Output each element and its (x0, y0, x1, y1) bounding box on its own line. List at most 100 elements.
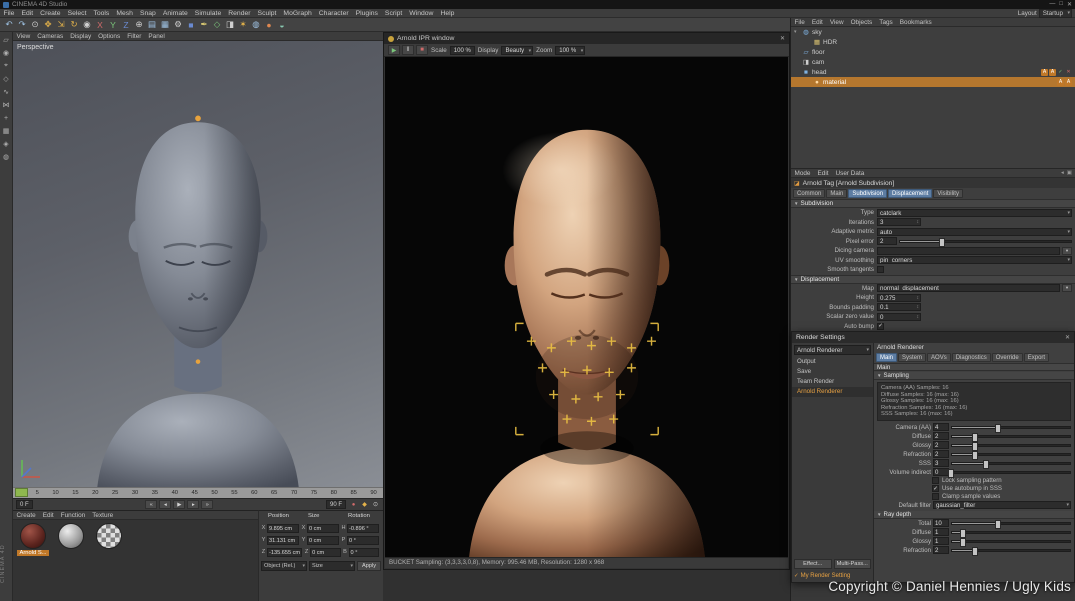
timeline-ruler[interactable]: 051015202530354045505560657075808590 (13, 487, 383, 498)
renderer-tab[interactable]: Export (1024, 353, 1049, 362)
object-row[interactable]: ▦ HDR (791, 37, 1075, 47)
coordinate-system-icon[interactable]: ⊕ (133, 19, 145, 31)
sky-icon[interactable]: ◍ (250, 19, 262, 31)
checkbox-row[interactable]: Clamp sample values (874, 493, 1074, 501)
zoom-dropdown[interactable]: 100 % (555, 46, 585, 55)
menu-item[interactable]: Select (64, 10, 90, 17)
coordinate-mode-dropdown[interactable]: Object (Rel.) (261, 561, 307, 571)
stop-render-button[interactable]: ■ (416, 45, 428, 55)
tag-icon[interactable]: ✕ (1065, 69, 1072, 76)
live-selection-icon[interactable]: ⊙ (29, 19, 41, 31)
property-value[interactable]: pin_corners (877, 256, 1072, 264)
spline-mode-icon[interactable]: ∿ (1, 87, 11, 97)
object-row[interactable]: ■ head A A ✓ ✕ (791, 67, 1075, 77)
slider-value-field[interactable]: 2 (933, 432, 949, 440)
display-dropdown[interactable]: Beauty (501, 46, 533, 55)
menu-item[interactable]: MoGraph (280, 10, 315, 17)
timeline-scrubber[interactable] (15, 488, 28, 497)
viewport-menu-item[interactable]: View (13, 33, 34, 40)
tag-icon[interactable]: ✓ (1057, 69, 1064, 76)
redo-icon[interactable]: ↷ (16, 19, 28, 31)
keyframe-button[interactable]: ◆ (360, 500, 369, 509)
expand-arrow-icon[interactable]: ▾ (794, 29, 800, 35)
render-settings-category[interactable]: Team Render (792, 377, 873, 387)
ipr-render-view[interactable] (385, 57, 788, 557)
menu-item[interactable]: Mesh (113, 10, 137, 17)
object-row[interactable]: ▾ ◍ sky (791, 27, 1075, 37)
property-control[interactable]: ▾ (877, 266, 1072, 274)
material-thumbnail[interactable] (58, 523, 84, 549)
slider-value-field[interactable]: 2 (933, 546, 949, 554)
renderer-tab[interactable]: Override (992, 353, 1023, 362)
lock-icon[interactable]: ▣ (1067, 170, 1072, 176)
menu-item[interactable]: Simulate (191, 10, 224, 17)
renderer-dropdown[interactable]: Arnold Renderer (794, 345, 871, 355)
ipr-titlebar[interactable]: Arnold IPR window ✕ (384, 33, 789, 44)
property-control[interactable]: 0 ▾ (877, 313, 1072, 321)
property-control[interactable]: 2 ▾ (877, 237, 1072, 245)
prev-frame-button[interactable]: ◂ (159, 500, 171, 509)
slider-track[interactable] (951, 531, 1071, 534)
x-axis-lock-icon[interactable]: X (94, 19, 106, 31)
slider-value-field[interactable]: 1 (933, 537, 949, 545)
tag-icon[interactable]: A (1065, 79, 1072, 86)
end-frame-field[interactable]: 90 F (326, 500, 346, 509)
menu-item[interactable]: Create (37, 10, 64, 17)
next-frame-button[interactable]: ▸ (187, 500, 199, 509)
subdivision-surface-icon[interactable]: ◇ (211, 19, 223, 31)
slider-track[interactable] (951, 522, 1071, 525)
z-axis-lock-icon[interactable]: Z (120, 19, 132, 31)
property-value[interactable]: 3 (877, 218, 921, 226)
y-axis-lock-icon[interactable]: Y (107, 19, 119, 31)
attribute-menu-item[interactable]: Edit (814, 170, 832, 177)
pause-render-button[interactable]: ‖ (402, 45, 414, 55)
start-render-button[interactable]: ▶ (388, 45, 400, 55)
checkbox-row[interactable]: Use autobump in SSS (874, 485, 1074, 493)
displacement-section-header[interactable]: ▼ Displacement (791, 275, 1075, 284)
slider-track[interactable] (951, 540, 1071, 543)
menu-item[interactable]: Render (225, 10, 254, 17)
render-settings-category[interactable]: Save (792, 367, 873, 377)
link-button[interactable]: ▾ (1062, 284, 1072, 292)
layout-select[interactable]: Startup (1039, 9, 1072, 18)
object-name[interactable]: cam (812, 59, 824, 66)
texture-mode-icon[interactable]: ◍ (1, 152, 11, 162)
cube-primitive-icon[interactable]: ■ (185, 19, 197, 31)
object-row[interactable]: ◨ cam (791, 57, 1075, 67)
property-control[interactable]: ▾ (877, 247, 1072, 255)
checkbox[interactable] (932, 477, 939, 484)
polygons-mode-icon[interactable]: ⌖ (1, 61, 11, 71)
rotation-field[interactable]: -0.896 ° (347, 524, 379, 533)
undo-icon[interactable]: ↶ (3, 19, 15, 31)
rotation-field[interactable]: 0 ° (349, 548, 379, 557)
checkbox[interactable] (932, 485, 939, 492)
rotation-field[interactable]: 0 ° (347, 536, 379, 545)
tag-icon[interactable]: A (1049, 69, 1056, 76)
history-back-icon[interactable]: ◂ (1061, 170, 1064, 176)
position-field[interactable]: 9.895 cm (267, 524, 299, 533)
size-field[interactable]: 0 cm (310, 548, 340, 557)
object-manager-menu-item[interactable]: Objects (847, 19, 876, 26)
position-field[interactable]: 31.131 cm (267, 536, 299, 545)
property-value[interactable]: 2 (877, 237, 897, 245)
attribute-tab[interactable]: Common (793, 189, 825, 198)
renderer-tab[interactable]: System (898, 353, 926, 362)
scale-field[interactable]: 100 % (450, 46, 475, 55)
autokey-button[interactable]: ⊙ (371, 500, 380, 509)
property-control[interactable]: ▾ (877, 322, 1072, 330)
material-item[interactable] (93, 523, 125, 556)
render-settings-icon[interactable]: ⚙ (172, 19, 184, 31)
ray-depth-group-header[interactable]: ▼ Ray depth (874, 511, 1074, 519)
slider-track[interactable] (951, 435, 1071, 438)
slider-value-field[interactable]: 10 (933, 519, 949, 527)
maximize-button[interactable]: □ (1059, 1, 1063, 8)
array-icon[interactable]: ▦ (1, 126, 11, 136)
menu-item[interactable]: File (0, 10, 18, 17)
material-thumbnail[interactable] (96, 523, 122, 549)
slider-track[interactable] (951, 549, 1071, 552)
subdivision-section-header[interactable]: ▼ Subdivision (791, 199, 1075, 208)
object-name[interactable]: material (823, 79, 846, 86)
material-menu-item[interactable]: Create (13, 512, 39, 519)
slider-track[interactable] (951, 426, 1071, 429)
model-mode-icon[interactable]: ◇ (1, 74, 11, 84)
